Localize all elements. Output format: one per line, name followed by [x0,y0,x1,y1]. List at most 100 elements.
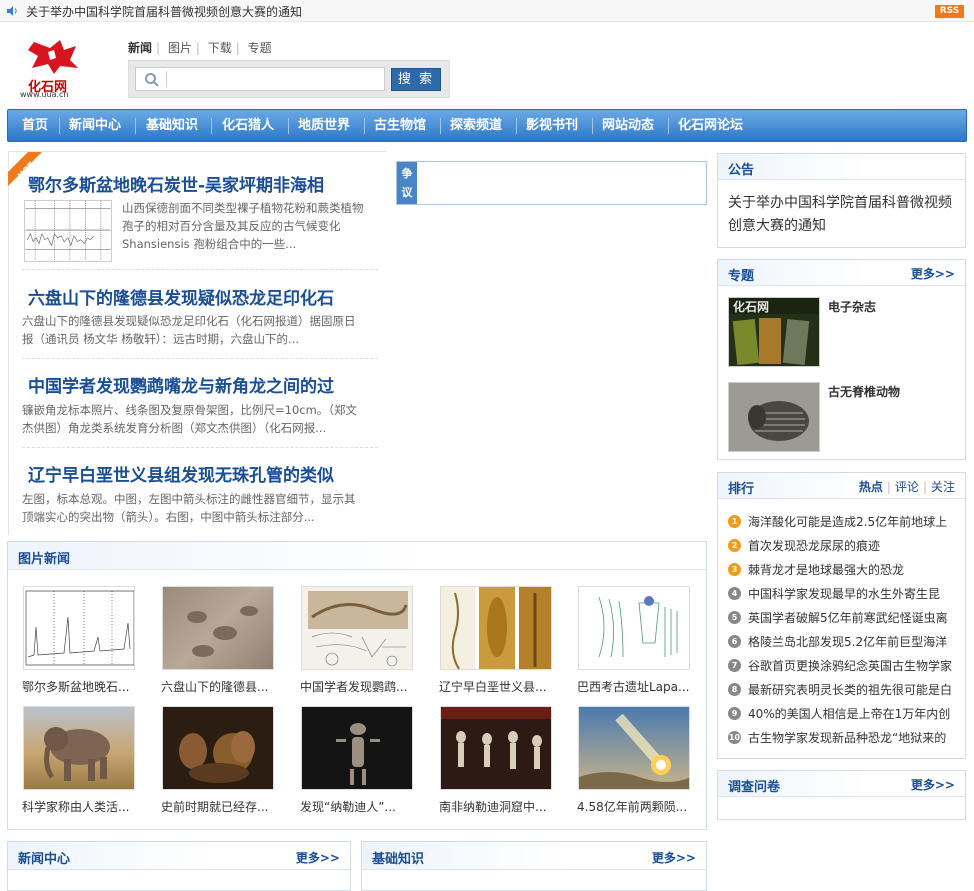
ranking-box: 排行 热点 | 评论 | 关注 1 海洋酸化可能是造成2.5亿年前地球上 2 首次发现恐龙尿尿… [717,472,966,759]
search-tab-news[interactable]: 新闻 [128,41,152,55]
ranking-item[interactable]: 7 谷歌首页更换涂鸦纪念英国古生物学家 [728,657,958,675]
ranking-item-title[interactable]: 英国学者破解5亿年前寒武纪怪诞虫离 [748,609,960,626]
headline-title[interactable]: 鄂尔多斯盆地晚石炭世-吴家坪期非海相 [28,171,324,196]
ranking-tab-follow[interactable]: 关注 [931,480,955,494]
ranking-item[interactable]: 10 古生物学家发现新品种恐龙“地狱来的 [728,729,958,747]
photo-thumbnail[interactable] [440,586,552,670]
survey-header: 调查问卷 更多>> [718,771,965,797]
ranking-item-title[interactable]: 最新研究表明灵长类的祖先很可能是白 [748,681,960,698]
nav-separator [668,118,669,134]
headline-summary: 山西保德剖面不同类型裸子植物花粉和蕨类植物 孢子的相对百分含量及其反应的古气候变… [122,201,364,251]
photo-thumbnail[interactable] [578,706,690,790]
ranking-item-title[interactable]: 谷歌首页更换涂鸦纪念英国古生物学家 [748,657,960,674]
basics-more-link[interactable]: 更多>> [652,849,696,866]
basics-header: 基础知识 更多>> [362,842,706,870]
headline-title[interactable]: 辽宁早白垩世义县组发现无珠孔管的类似 [28,461,334,486]
topics-more-link[interactable]: 更多>> [911,265,955,282]
survey-more-link[interactable]: 更多>> [911,776,955,793]
ranking-header: 排行 热点 | 评论 | 关注 [718,473,965,499]
search-button[interactable]: 搜 索 [391,68,441,91]
announcement-link[interactable]: 关于举办中国科学院首届科普微视频创意大赛的通知 [728,192,958,238]
ranking-item-title[interactable]: 中国科学家发现最早的水生外寄生昆 [748,585,960,602]
photo-thumbnail[interactable] [301,706,413,790]
search-tabs: 新闻 | 图片 | 下载 | 专题 [128,41,272,55]
photo-caption[interactable]: 科学家称由人类活... [22,798,142,815]
photo-thumbnail[interactable] [23,586,135,670]
site-logo[interactable]: 化石网 www.uua.cn [18,36,88,100]
photo-thumbnail[interactable] [301,586,413,670]
photo-caption[interactable]: 辽宁早白垩世义县... [439,678,559,695]
ranking-item[interactable]: 5 英国学者破解5亿年前寒武纪怪诞虫离 [728,609,958,627]
top-notice-link[interactable]: 关于举办中国科学院首届科普微视频创意大赛的通知 [26,3,302,20]
photo-thumbnail[interactable] [162,586,274,670]
ranking-item-title[interactable]: 古生物学家发现新品种恐龙“地狱来的 [748,729,960,746]
ranking-item[interactable]: 8 最新研究表明灵长类的祖先很可能是白 [728,681,958,699]
ranking-item-title[interactable]: 棘背龙才是地球最强大的恐龙 [748,561,960,578]
news-center-more-link[interactable]: 更多>> [296,849,340,866]
top-notice-bar: 关于举办中国科学院首届科普微视频创意大赛的通知 RSS [0,0,974,22]
photo-news-header: 图片新闻 [8,542,706,570]
topic-thumbnail[interactable]: 化石网 [728,297,820,367]
nav-site-news[interactable]: 网站动态 [602,110,654,141]
photo-caption[interactable]: 南非纳勒迪洞窟中... [439,798,559,815]
headline-summary: 左图，标本总观。中图，左图中箭头标注的雌性器官细节，显示其 顶端实心的突出物（箭… [22,492,356,524]
basics-title: 基础知识 [372,852,425,867]
search-divider [166,71,167,87]
rss-button[interactable]: RSS [935,5,964,18]
ranking-item[interactable]: 4 中国科学家发现最早的水生外寄生昆 [728,585,958,603]
ranking-item-title[interactable]: 海洋酸化可能是造成2.5亿年前地球上 [748,513,960,530]
nav-news-center[interactable]: 新闻中心 [69,110,121,141]
search-tab-images[interactable]: 图片 [168,41,192,55]
ranking-item[interactable]: 1 海洋酸化可能是造成2.5亿年前地球上 [728,513,958,531]
debate-label: 争议 [397,162,417,204]
photo-caption[interactable]: 发现“纳勒迪人”... [300,798,420,815]
photo-caption[interactable]: 巴西考古遗址Lapa... [577,678,697,695]
photo-caption[interactable]: 史前时期就已经存... [161,798,281,815]
search-input[interactable] [135,67,385,91]
ranking-item[interactable]: 9 40%的美国人相信是上帝在1万年内创 [728,705,958,723]
search-tab-downloads[interactable]: 下载 [208,41,232,55]
nav-explore[interactable]: 探索频道 [450,110,502,141]
nav-home[interactable]: 首页 [22,110,48,141]
nav-separator [592,118,593,134]
topic-label[interactable]: 电子杂志 [828,298,876,315]
search-icon [145,73,159,87]
ranking-item[interactable]: 6 格陵兰岛北部发现5.2亿年前巨型海洋 [728,633,958,651]
nav-geology[interactable]: 地质世界 [298,110,350,141]
photo-thumbnail[interactable] [23,706,135,790]
announcement-box: 公告 关于举办中国科学院首届科普微视频创意大赛的通知 [717,153,966,248]
photo-caption[interactable]: 鄂尔多斯盆地晚石... [22,678,142,695]
ranking-tab-comments[interactable]: 评论 [895,480,919,494]
topic-thumbnail[interactable] [728,382,820,452]
nav-paleo-museum[interactable]: 古生物馆 [374,110,426,141]
nav-separator [59,118,60,134]
topic-label[interactable]: 古无脊椎动物 [828,383,900,400]
ranking-item[interactable]: 3 棘背龙才是地球最强大的恐龙 [728,561,958,579]
nav-media[interactable]: 影视书刊 [526,110,578,141]
nav-fossil-hunter[interactable]: 化石猎人 [222,110,274,141]
photo-thumbnail[interactable] [162,706,274,790]
survey-box: 调查问卷 更多>> [717,770,966,820]
announcement-title: 公告 [728,163,755,178]
ranking-item[interactable]: 2 首次发现恐龙尿尿的痕迹 [728,537,958,555]
rank-number-badge: 8 [728,683,741,696]
headline-title[interactable]: 六盘山下的隆德县发现疑似恐龙足印化石 [28,284,334,309]
photo-caption[interactable]: 4.58亿年前两颗陨... [577,798,697,815]
photo-thumbnail[interactable] [440,706,552,790]
announcement-header: 公告 [718,154,965,180]
debate-box: 争议 [396,161,707,205]
topics-title: 专题 [728,269,755,284]
search-tab-topics[interactable]: 专题 [248,41,272,55]
photo-thumbnail[interactable] [578,586,690,670]
ranking-item-title[interactable]: 40%的美国人相信是上帝在1万年内创 [748,705,960,722]
photo-caption[interactable]: 中国学者发现鹦鹉... [300,678,420,695]
nav-basics[interactable]: 基础知识 [146,110,198,141]
ranking-item-title[interactable]: 格陵兰岛北部发现5.2亿年前巨型海洋 [748,633,960,650]
ranking-tab-hot[interactable]: 热点 [859,480,883,494]
nav-forum[interactable]: 化石网论坛 [678,110,743,141]
headline-thumbnail[interactable] [24,200,112,262]
ranking-item-title[interactable]: 首次发现恐龙尿尿的痕迹 [748,537,960,554]
photo-caption[interactable]: 六盘山下的隆德县... [161,678,281,695]
headline-title[interactable]: 中国学者发现鹦鹉嘴龙与新角龙之间的过 [28,372,334,397]
nav-separator [440,118,441,134]
